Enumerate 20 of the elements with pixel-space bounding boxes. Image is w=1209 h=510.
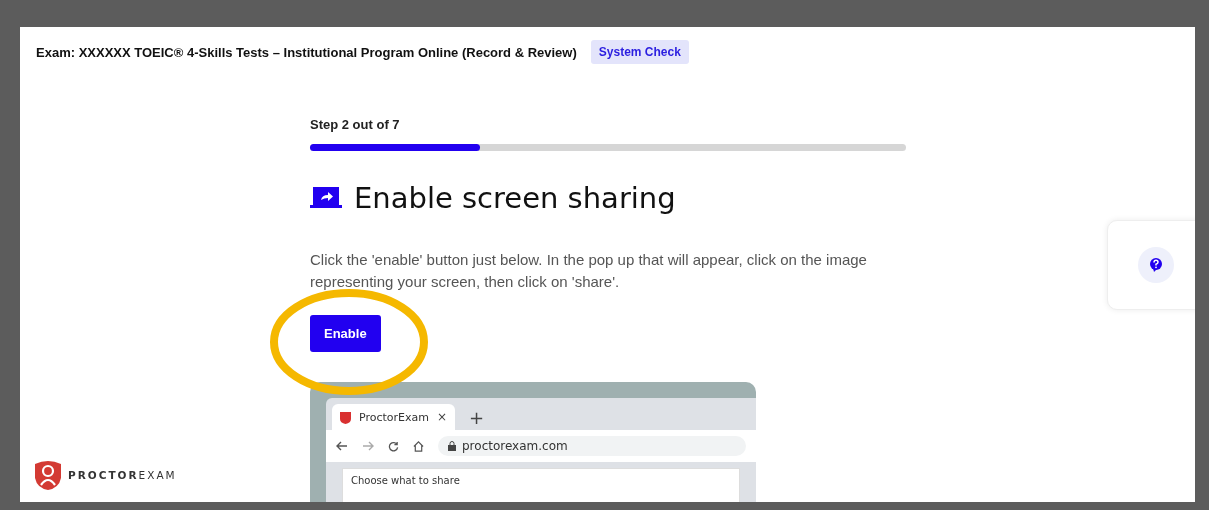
brand-logo-icon [35, 460, 61, 490]
tab-close-icon: × [437, 410, 448, 424]
forward-arrow-icon [362, 441, 374, 451]
system-check-badge: System Check [590, 40, 689, 64]
step-label: Step 2 out of 7 [310, 117, 401, 132]
enable-button[interactable]: Enable [310, 315, 381, 352]
reload-icon [388, 440, 399, 452]
new-tab-icon: + [469, 406, 485, 428]
step-title: Enable screen sharing [354, 181, 676, 215]
shield-logo-icon [340, 410, 351, 424]
help-icon[interactable] [1138, 247, 1174, 283]
back-arrow-icon [336, 441, 348, 451]
lock-icon [448, 441, 456, 451]
home-icon [413, 440, 424, 452]
dialog-title: Choose what to share [351, 475, 460, 486]
screen-share-icon [310, 187, 342, 209]
brand-name: PROCTOREXAM [68, 469, 177, 481]
instructions-text: Click the 'enable' button just below. In the pop up that will appear, click on the image representing your screen, then click on 'share'. [310, 250, 868, 292]
url-text: proctorexam.com [462, 439, 568, 453]
exam-title: Exam: XXXXXX TOEIC® 4-Skills Tests – Institutional Program Online (Record & Review) [36, 44, 577, 60]
